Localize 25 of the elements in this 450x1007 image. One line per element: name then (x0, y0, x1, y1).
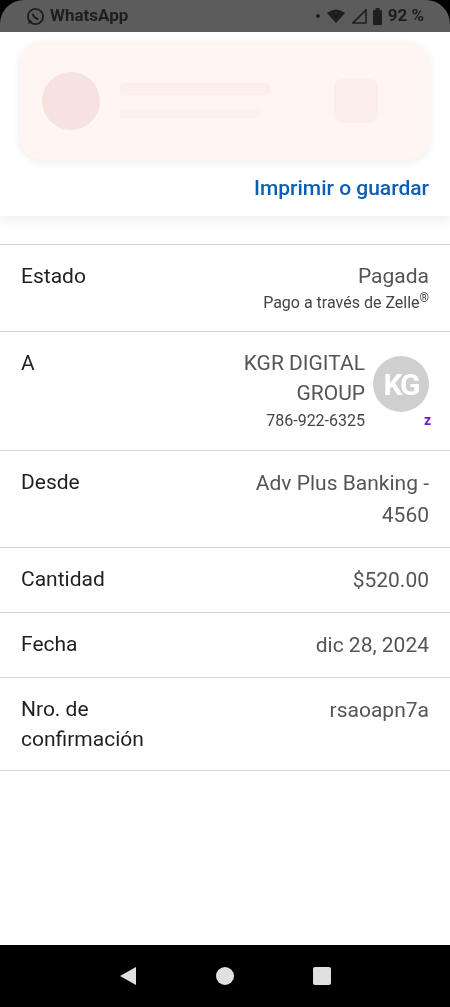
dot-icon (315, 14, 320, 18)
zelle-label: z (423, 412, 431, 428)
detail-label: Nro. de confirmación (21, 696, 145, 753)
signal-icon (351, 8, 367, 24)
wifi-icon (325, 8, 346, 24)
detail-value: KGR DIGITAL GROUP (242, 350, 365, 407)
home-icon[interactable] (215, 966, 235, 986)
detail-label: Estado (21, 263, 87, 290)
detail-note: Pago a través de Zelle$^{®}$ (263, 291, 429, 314)
detail-value: $520.00 (351, 567, 429, 594)
app-name: WhatsApp (50, 4, 129, 28)
detail-value: Pagada (357, 263, 429, 290)
print-link[interactable]: Imprimir o guardar (254, 174, 430, 202)
detail-note: 786-922-6325 (266, 410, 365, 432)
detail-label: Fecha (21, 631, 79, 658)
detail-value: Adv Plus Banking - 4560 (254, 470, 429, 529)
battery-level: 92 % (387, 4, 424, 28)
detail-label: Cantidad (21, 566, 106, 593)
detail-label: A (21, 350, 36, 377)
chat-icon (26, 6, 45, 26)
detail-label: Desde (21, 469, 81, 496)
detail-value: rsaoapn7a (328, 697, 429, 724)
back-icon[interactable] (119, 966, 137, 986)
detail-value: dic 28, 2024 (314, 632, 429, 659)
battery-icon (372, 7, 382, 25)
